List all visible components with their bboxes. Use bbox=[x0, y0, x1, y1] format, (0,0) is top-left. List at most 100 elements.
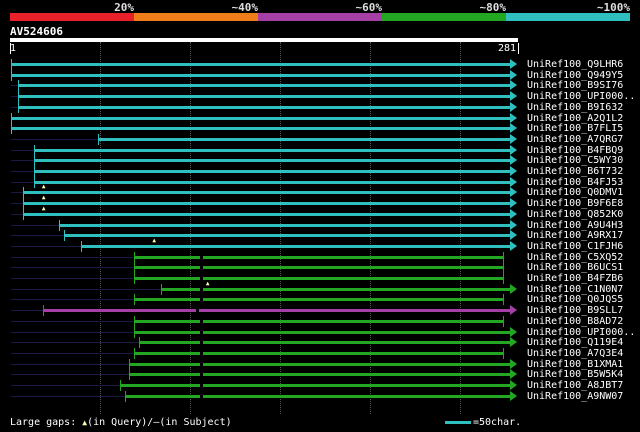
hit-label[interactable]: UniRef100_B7FLI5 bbox=[527, 123, 623, 134]
hit-row[interactable]: UniRef100_C5WY30 bbox=[0, 155, 640, 167]
hit-row[interactable]: UniRef100_B4FJ53 bbox=[0, 176, 640, 188]
hit-label[interactable]: UniRef100_C5WY30 bbox=[527, 155, 623, 166]
hit-alignment-bar[interactable] bbox=[133, 277, 503, 280]
hit-row[interactable]: UniRef100_B9SLL7 bbox=[0, 305, 640, 317]
hit-alignment-bar[interactable] bbox=[11, 63, 510, 66]
hit-label[interactable]: UniRef100_UPI000.. bbox=[527, 91, 635, 102]
hit-end-arrow bbox=[510, 155, 517, 166]
hit-row[interactable]: UniRef100_A9U4H3 bbox=[0, 219, 640, 231]
hit-alignment-bar[interactable] bbox=[160, 287, 510, 291]
hit-label[interactable]: UniRef100_A9NW07 bbox=[527, 391, 623, 402]
hit-alignment-bar[interactable] bbox=[34, 159, 510, 163]
hit-label[interactable]: UniRef100_A8JBT7 bbox=[527, 380, 623, 391]
hit-alignment-bar[interactable] bbox=[59, 223, 510, 227]
hit-label[interactable]: UniRef100_C1N0N7 bbox=[527, 284, 623, 295]
hit-alignment-bar[interactable] bbox=[133, 255, 503, 259]
hit-label[interactable]: UniRef100_B4FBQ9 bbox=[527, 145, 623, 156]
hit-row[interactable]: UniRef100_B9SI76 bbox=[0, 80, 640, 92]
hit-row[interactable]: UniRef100_B9I632 bbox=[0, 101, 640, 113]
hit-alignment-bar[interactable] bbox=[133, 319, 503, 323]
hit-row[interactable]: UniRef100_Q0JQS5 bbox=[0, 294, 640, 306]
hit-row[interactable]: UniRef100_B4FBQ9 bbox=[0, 144, 640, 156]
hit-row[interactable]: ▲ UniRef100_Q852K0 bbox=[0, 205, 640, 220]
hit-label[interactable]: UniRef100_B4FZB6 bbox=[527, 273, 623, 284]
hit-label[interactable]: UniRef100_A9U4H3 bbox=[527, 220, 623, 231]
hit-alignment-bar[interactable] bbox=[23, 202, 510, 206]
hit-alignment-bar[interactable] bbox=[11, 73, 510, 77]
hit-alignment-bar[interactable] bbox=[133, 330, 510, 334]
hit-label[interactable]: UniRef100_B4FJ53 bbox=[527, 177, 623, 188]
hit-row[interactable]: UniRef100_A8JBT7 bbox=[0, 380, 640, 391]
hit-label[interactable]: UniRef100_B6T732 bbox=[527, 166, 623, 177]
hit-label[interactable]: UniRef100_B9I632 bbox=[527, 102, 623, 113]
hit-alignment-bar[interactable] bbox=[125, 394, 510, 398]
hit-row[interactable]: UniRef100_Q9LHR6 bbox=[0, 59, 640, 70]
hit-alignment-bar[interactable] bbox=[18, 95, 510, 99]
hit-row[interactable]: UniRef100_A7QRG7 bbox=[0, 133, 640, 145]
hit-row[interactable]: UniRef100_B1XMA1 bbox=[0, 358, 640, 370]
hit-row[interactable]: ▲ UniRef100_Q0DMV1 bbox=[0, 184, 640, 199]
hit-alignment-bar[interactable] bbox=[119, 384, 510, 387]
hit-alignment-bar[interactable] bbox=[133, 298, 503, 302]
hit-row[interactable]: UniRef100_Q949Y5 bbox=[0, 69, 640, 81]
hit-row[interactable]: UniRef100_C5XQ52 bbox=[0, 251, 640, 263]
hit-label[interactable]: UniRef100_A7Q3E4 bbox=[527, 348, 623, 359]
hit-label[interactable]: UniRef100_Q0JQS5 bbox=[527, 294, 623, 305]
hit-label[interactable]: UniRef100_Q949Y5 bbox=[527, 70, 623, 81]
hit-end-tick bbox=[502, 273, 504, 284]
hit-label[interactable]: UniRef100_B6UCS1 bbox=[527, 262, 623, 273]
hit-alignment-bar[interactable] bbox=[34, 180, 510, 184]
hit-alignment-bar[interactable] bbox=[80, 244, 510, 248]
hit-alignment-bar[interactable] bbox=[23, 191, 510, 195]
hit-label[interactable]: UniRef100_C5XQ52 bbox=[527, 252, 623, 263]
hit-end-arrow bbox=[510, 112, 517, 123]
hit-label[interactable]: UniRef100_B1XMA1 bbox=[527, 359, 623, 370]
hit-alignment-bar[interactable] bbox=[34, 148, 510, 152]
hit-label[interactable]: UniRef100_Q119E4 bbox=[527, 337, 623, 348]
hit-row[interactable]: ▲ UniRef100_C1FJH6 bbox=[0, 237, 640, 252]
hit-label[interactable]: UniRef100_A9RX17 bbox=[527, 230, 623, 241]
hit-alignment-bar[interactable] bbox=[128, 362, 510, 366]
hit-label[interactable]: UniRef100_C1FJH6 bbox=[527, 241, 623, 252]
hit-row[interactable]: UniRef100_Q119E4 bbox=[0, 337, 640, 349]
hit-row[interactable]: UniRef100_A2Q1L2 bbox=[0, 112, 640, 124]
hit-alignment-bar[interactable] bbox=[133, 351, 503, 355]
hit-alignment-bar[interactable] bbox=[98, 137, 510, 141]
hit-row[interactable]: UniRef100_B7FLI5 bbox=[0, 123, 640, 135]
hit-alignment-bar[interactable] bbox=[128, 373, 510, 377]
hit-alignment-bar[interactable] bbox=[64, 234, 510, 238]
hit-alignment-bar[interactable] bbox=[11, 116, 510, 120]
hit-row[interactable]: UniRef100_B4FZB6 bbox=[0, 273, 640, 284]
hit-label[interactable]: UniRef100_B9F6E8 bbox=[527, 198, 623, 209]
hit-row[interactable]: UniRef100_B5W5K4 bbox=[0, 369, 640, 381]
hit-row[interactable]: UniRef100_A7Q3E4 bbox=[0, 347, 640, 359]
hit-label[interactable]: UniRef100_Q0DMV1 bbox=[527, 187, 623, 198]
hit-row[interactable]: ▲ UniRef100_B9F6E8 bbox=[0, 195, 640, 210]
hit-row[interactable]: UniRef100_A9NW07 bbox=[0, 390, 640, 402]
subject-gap-mark bbox=[199, 277, 203, 280]
hit-row[interactable]: UniRef100_B6UCS1 bbox=[0, 262, 640, 274]
hit-label[interactable]: UniRef100_A7QRG7 bbox=[527, 134, 623, 145]
hit-label[interactable]: UniRef100_A2Q1L2 bbox=[527, 113, 623, 124]
hit-label[interactable]: UniRef100_B9SI76 bbox=[527, 80, 623, 91]
hit-alignment-bar[interactable] bbox=[139, 341, 510, 345]
hit-label[interactable]: UniRef100_UPI000.. bbox=[527, 327, 635, 338]
hit-label[interactable]: UniRef100_Q852K0 bbox=[527, 209, 623, 220]
hit-row[interactable]: UniRef100_B6T732 bbox=[0, 166, 640, 177]
hit-alignment-bar[interactable] bbox=[34, 170, 510, 173]
hit-label[interactable]: UniRef100_B8AD72 bbox=[527, 316, 623, 327]
hit-label[interactable]: UniRef100_B5W5K4 bbox=[527, 369, 623, 380]
hit-alignment-bar[interactable] bbox=[18, 105, 510, 109]
hit-row[interactable]: ▲ UniRef100_C1N0N7 bbox=[0, 280, 640, 295]
hit-label[interactable]: UniRef100_B9SLL7 bbox=[527, 305, 623, 316]
hit-row[interactable]: UniRef100_A9RX17 bbox=[0, 230, 640, 242]
hit-alignment-bar[interactable] bbox=[133, 266, 503, 270]
hit-row[interactable]: UniRef100_UPI000.. bbox=[0, 91, 640, 103]
hit-row[interactable]: UniRef100_UPI000.. bbox=[0, 326, 640, 338]
hit-alignment-bar[interactable] bbox=[18, 84, 510, 88]
hit-row[interactable]: UniRef100_B8AD72 bbox=[0, 315, 640, 327]
hit-alignment-bar[interactable] bbox=[43, 309, 510, 313]
hit-label[interactable]: UniRef100_Q9LHR6 bbox=[527, 59, 623, 70]
hit-alignment-bar[interactable] bbox=[11, 127, 510, 131]
hit-alignment-bar[interactable] bbox=[23, 212, 510, 216]
